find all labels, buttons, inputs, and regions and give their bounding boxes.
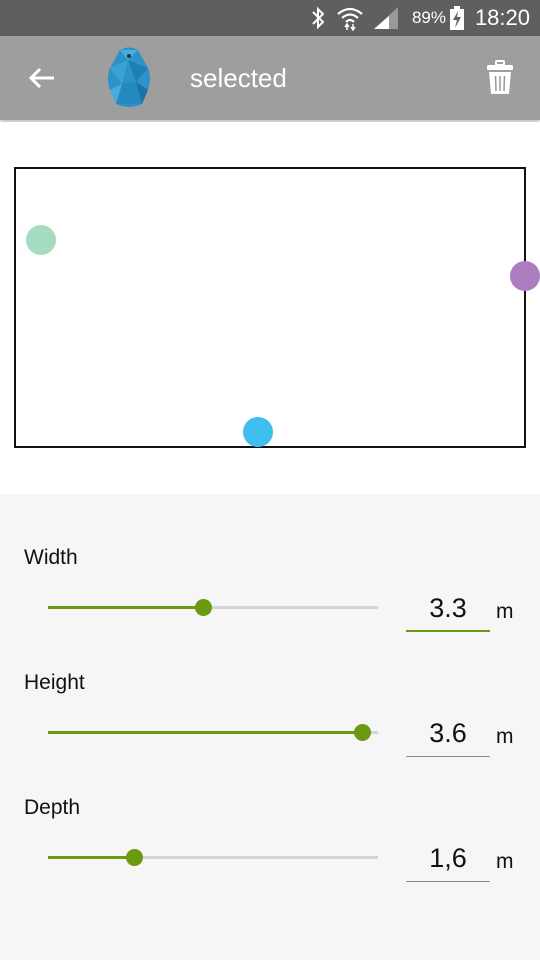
width-label: Width [24, 546, 78, 569]
page-title: selected [190, 63, 287, 93]
beacon-blue-dot[interactable] [243, 417, 273, 447]
status-bar: 89% 18:20 [0, 0, 540, 36]
height-slider[interactable] [48, 718, 378, 748]
depth-slider[interactable] [48, 843, 378, 873]
slider-thumb[interactable] [195, 599, 213, 616]
height-label: Height [24, 671, 85, 694]
app-bar: selected [0, 36, 540, 120]
bluetooth-icon [308, 0, 328, 36]
slider-thumb[interactable] [125, 849, 143, 866]
signal-icon [372, 0, 400, 36]
delete-button[interactable] [478, 54, 522, 102]
wifi-icon [336, 0, 364, 36]
slider-fill [48, 856, 134, 859]
beacon-mint-dot[interactable] [26, 225, 56, 255]
slider-fill [48, 606, 204, 609]
room-canvas [0, 122, 540, 494]
height-input[interactable]: 3.6 [406, 713, 490, 757]
slider-fill [48, 731, 362, 734]
battery-percent: 89% [411, 8, 446, 27]
clock: 18:20 [474, 5, 530, 30]
depth-label: Depth [24, 796, 81, 819]
arrow-left-icon [28, 67, 54, 89]
room-outline [14, 167, 526, 448]
width-unit: m [496, 600, 514, 623]
room-map [14, 167, 540, 448]
battery-charging-icon [450, 0, 464, 36]
trash-icon [487, 60, 513, 94]
slider-thumb[interactable] [353, 724, 371, 741]
width-input[interactable]: 3.3 [406, 588, 490, 632]
beacon-icon [106, 46, 152, 110]
beacon-purple-dot[interactable] [510, 261, 540, 291]
dimension-controls: Width 3.3 m Height 3.6 m Depth 1,6 m [0, 494, 540, 960]
width-slider[interactable] [48, 593, 378, 623]
depth-input[interactable]: 1,6 [406, 838, 490, 882]
depth-unit: m [496, 850, 514, 873]
back-button[interactable] [20, 56, 64, 100]
height-unit: m [496, 725, 514, 748]
